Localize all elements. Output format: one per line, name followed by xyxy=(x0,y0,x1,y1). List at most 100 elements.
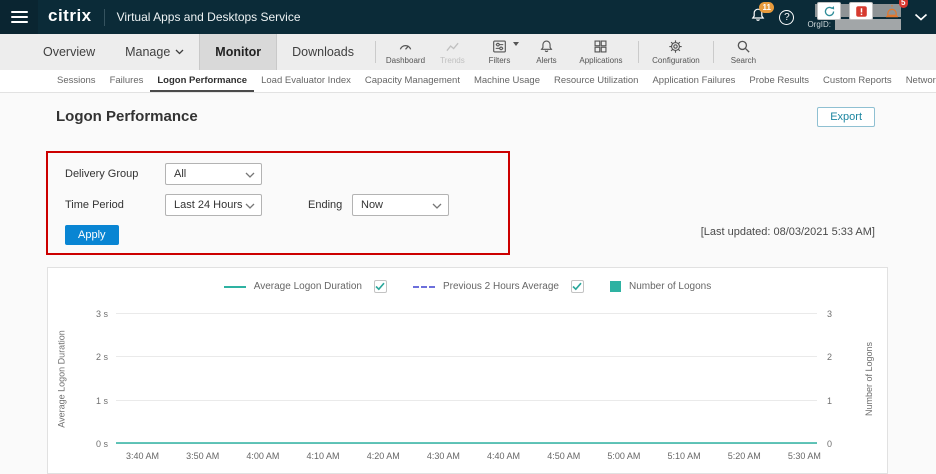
filters-caret-icon xyxy=(513,42,519,46)
redacted-org-id xyxy=(835,19,901,30)
dashboard-icon xyxy=(398,39,413,54)
logon-performance-chart-card: Average Logon Duration Previous 2 Hours … xyxy=(47,267,888,474)
filters-icon xyxy=(492,39,507,54)
subnav-tab[interactable]: Network xyxy=(899,70,936,92)
chart-legend: Average Logon Duration Previous 2 Hours … xyxy=(48,280,887,293)
nav-item-monitor[interactable]: Monitor xyxy=(199,34,277,70)
apply-button[interactable]: Apply xyxy=(65,225,119,245)
average-logon-duration-checkbox[interactable] xyxy=(374,280,387,293)
applications-grid-icon xyxy=(593,39,608,54)
divider xyxy=(104,9,105,26)
legend-line-swatch xyxy=(224,286,246,288)
nav-tools: Dashboard Trends Filters xyxy=(382,34,767,70)
chevron-down-icon xyxy=(175,49,184,55)
check-icon xyxy=(375,282,385,291)
y-tick-right: 3 xyxy=(827,309,832,319)
gear-icon xyxy=(668,39,683,54)
subnav-tab[interactable]: Custom Reports xyxy=(816,70,899,92)
subnav-tab[interactable]: Logon Performance xyxy=(150,70,254,92)
chevron-down-icon xyxy=(245,203,255,209)
nav-item-overview[interactable]: Overview xyxy=(28,34,110,70)
check-icon xyxy=(572,282,582,291)
divider xyxy=(638,41,639,63)
tool-configuration[interactable]: Configuration xyxy=(645,34,707,70)
ending-value: Now xyxy=(361,199,383,211)
export-button[interactable]: Export xyxy=(817,107,875,127)
subnav-tab[interactable]: Failures xyxy=(103,70,151,92)
notification-badge: 11 xyxy=(759,2,773,13)
time-period-select[interactable]: Last 24 Hours xyxy=(165,194,262,216)
monitor-subnav: SessionsFailuresLogon PerformanceLoad Ev… xyxy=(0,70,936,93)
warning-alerts-button[interactable]: 5 xyxy=(884,3,900,19)
tool-trends: Trends xyxy=(429,34,476,70)
x-tick-label: 4:40 AM xyxy=(487,451,520,461)
subnav-tab[interactable]: Probe Results xyxy=(742,70,816,92)
divider xyxy=(713,41,714,63)
tool-dashboard[interactable]: Dashboard xyxy=(382,34,429,70)
help-icon[interactable]: ? xyxy=(779,10,794,25)
legend-label: Number of Logons xyxy=(629,281,711,292)
y-tick-left: 3 s xyxy=(76,309,108,319)
search-icon xyxy=(736,39,751,54)
subnav-tab[interactable]: Resource Utilization xyxy=(547,70,645,92)
x-tick-label: 5:10 AM xyxy=(668,451,701,461)
legend-item-previous-2-hours-average: Previous 2 Hours Average xyxy=(413,280,584,293)
refresh-icon xyxy=(823,5,836,18)
x-tick-label: 3:50 AM xyxy=(186,451,219,461)
tool-applications[interactable]: Applications xyxy=(570,34,632,70)
chevron-down-icon xyxy=(245,172,255,178)
org-id-label: OrgID: xyxy=(807,20,831,29)
notifications-bell-icon[interactable]: 11 xyxy=(750,7,766,28)
delivery-group-select[interactable]: All xyxy=(165,163,262,185)
x-tick-label: 4:30 AM xyxy=(427,451,460,461)
time-period-value: Last 24 Hours xyxy=(174,199,242,211)
x-tick-label: 5:30 AM xyxy=(788,451,821,461)
hamburger-menu-icon[interactable] xyxy=(0,0,38,34)
x-tick-label: 5:20 AM xyxy=(728,451,761,461)
citrix-logo: citrix xyxy=(48,6,92,26)
nav-item-downloads[interactable]: Downloads xyxy=(277,34,369,70)
legend-label: Previous 2 Hours Average xyxy=(443,281,559,292)
chevron-down-icon xyxy=(432,203,442,209)
tool-search[interactable]: Search xyxy=(720,34,767,70)
chart-series-svg xyxy=(116,314,817,444)
previous-2-hours-average-checkbox[interactable] xyxy=(571,280,584,293)
nav-item-manage[interactable]: Manage xyxy=(110,34,199,70)
subnav-tab[interactable]: Load Evaluator Index xyxy=(254,70,358,92)
right-axis-label: Number of Logons xyxy=(861,314,877,444)
x-tick-label: 4:00 AM xyxy=(246,451,279,461)
legend-dashed-line-swatch xyxy=(413,286,435,288)
subnav-actions: 5 xyxy=(817,2,900,20)
trends-icon xyxy=(445,39,460,54)
primary-nav: Overview Manage Monitor Downloads Dashbo… xyxy=(0,34,936,70)
tool-alerts[interactable]: Alerts xyxy=(523,34,570,70)
y-tick-right: 0 xyxy=(827,439,832,449)
subnav-tab[interactable]: Capacity Management xyxy=(358,70,467,92)
alerts-bell-icon xyxy=(539,39,554,54)
y-tick-right: 1 xyxy=(827,396,832,406)
y-tick-left: 2 s xyxy=(76,352,108,362)
critical-alert-icon xyxy=(855,5,868,18)
legend-item-average-logon-duration: Average Logon Duration xyxy=(224,280,387,293)
legend-square-swatch xyxy=(610,281,621,292)
critical-alerts-button[interactable] xyxy=(849,2,873,20)
chart-plot: 0 s01 s12 s23 s3 xyxy=(116,314,817,444)
last-updated-text: [Last updated: 08/03/2021 5:33 AM] xyxy=(701,226,875,238)
x-tick-label: 4:20 AM xyxy=(367,451,400,461)
ending-select[interactable]: Now xyxy=(352,194,449,216)
chart-xlabels: 3:40 AM3:50 AM4:00 AM4:10 AM4:20 AM4:30 … xyxy=(126,451,821,461)
service-title: Virtual Apps and Desktops Service xyxy=(117,10,301,24)
account-chevron-down-icon[interactable] xyxy=(914,13,928,21)
time-period-label: Time Period xyxy=(65,199,124,211)
page-title: Logon Performance xyxy=(56,108,198,125)
refresh-button[interactable] xyxy=(817,2,841,20)
y-tick-left: 1 s xyxy=(76,396,108,406)
subnav-tabs: SessionsFailuresLogon PerformanceLoad Ev… xyxy=(50,70,936,92)
alarm-icon xyxy=(884,3,900,19)
subnav-tab[interactable]: Machine Usage xyxy=(467,70,547,92)
x-tick-label: 4:50 AM xyxy=(547,451,580,461)
subnav-tab[interactable]: Application Failures xyxy=(645,70,742,92)
legend-item-number-of-logons: Number of Logons xyxy=(610,281,711,292)
subnav-tab[interactable]: Sessions xyxy=(50,70,103,92)
tool-filters[interactable]: Filters xyxy=(476,34,523,70)
